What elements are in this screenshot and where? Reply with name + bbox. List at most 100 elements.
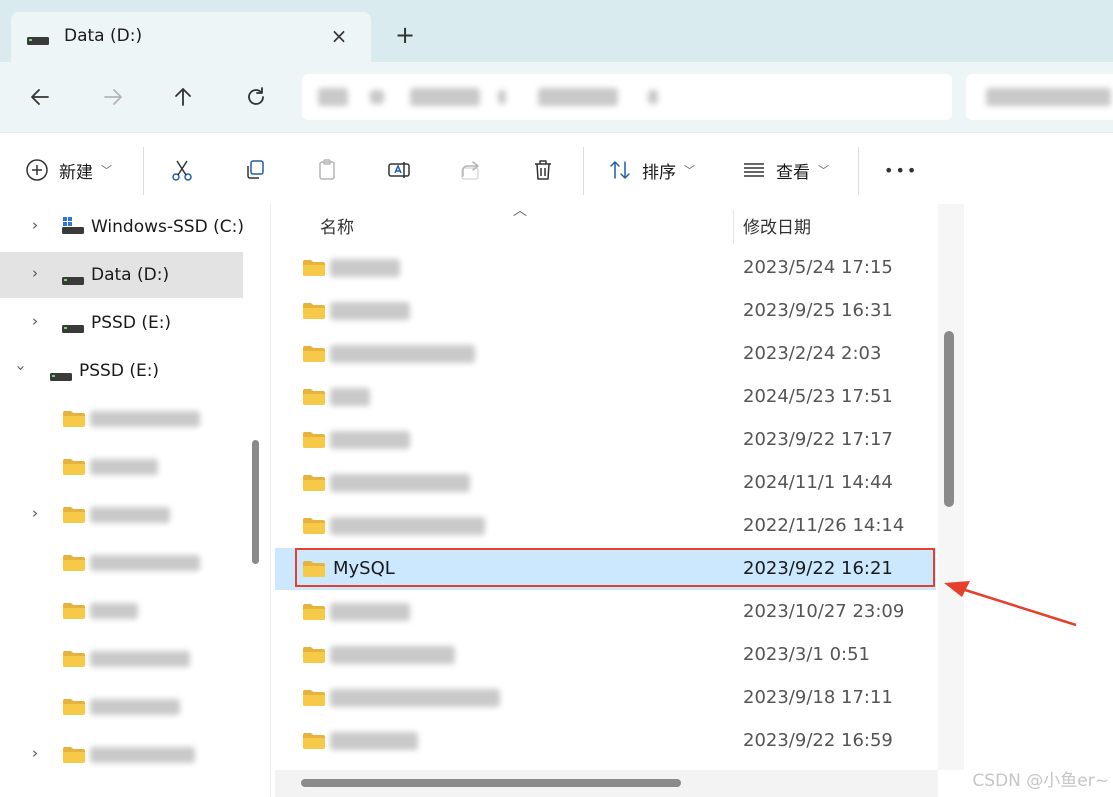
horizontal-scrollbar[interactable]: [301, 779, 681, 787]
file-row[interactable]: 2023/9/22 16:59: [275, 720, 936, 762]
chevron-right-icon[interactable]: ›: [32, 504, 38, 522]
plus-circle-icon: [26, 159, 48, 181]
file-date: 2023/5/24 17:15: [743, 257, 893, 278]
chevron-down-icon[interactable]: ›: [12, 365, 30, 371]
file-row[interactable]: 2023/9/18 17:11: [275, 677, 936, 719]
redacted-folder-name: [90, 699, 180, 715]
file-row[interactable]: 2022/11/26 14:14: [275, 505, 936, 547]
file-date: 2022/11/26 14:14: [743, 515, 905, 536]
navigation-bar: [0, 62, 1113, 132]
chevron-right-icon[interactable]: ›: [32, 216, 38, 234]
new-tab-button[interactable]: +: [393, 20, 417, 50]
nav-scrollbar[interactable]: [252, 440, 259, 564]
file-row[interactable]: 2023/10/27 23:09: [275, 591, 936, 633]
pane-divider[interactable]: [270, 204, 271, 797]
chevron-right-icon[interactable]: ›: [32, 264, 38, 282]
redacted-file-name: [330, 732, 418, 750]
file-row[interactable]: 2023/3/1 0:51: [275, 634, 936, 676]
file-row[interactable]: 2023/5/24 17:15: [275, 247, 936, 289]
rename-button[interactable]: [387, 153, 411, 187]
arrow-left-icon: [31, 89, 49, 105]
paste-button[interactable]: [315, 153, 339, 187]
column-header-name[interactable]: 名称: [320, 213, 354, 238]
search-input[interactable]: [966, 74, 1113, 120]
vertical-scrollbar[interactable]: [944, 331, 954, 507]
drive-icon: [50, 367, 72, 386]
close-icon[interactable]: ×: [327, 22, 351, 50]
file-row[interactable]: 2023/9/22 17:17: [275, 419, 936, 461]
file-date: 2023/3/1 0:51: [743, 644, 870, 665]
forward-button[interactable]: [96, 80, 130, 114]
divider: [143, 147, 144, 195]
arrow-right-icon: [104, 89, 122, 105]
nav-item-label: Windows-SSD (C:): [91, 217, 244, 237]
redacted-file-name: [330, 603, 410, 621]
divider: [583, 147, 584, 195]
share-icon: [461, 161, 479, 180]
arrow-up-icon: [175, 88, 191, 106]
cut-button[interactable]: [170, 153, 194, 187]
refresh-button[interactable]: [239, 80, 273, 114]
annotation-highlight-box: [295, 548, 935, 587]
nav-item-label: PSSD (E:): [91, 313, 172, 333]
command-bar: 新建 ﹀ 排序 ﹀ 查看 ﹀ •••: [0, 132, 1113, 205]
file-row[interactable]: 2023/9/25 16:31: [275, 290, 936, 332]
folder-icon: [302, 646, 326, 668]
redacted-file-name: [330, 689, 500, 707]
view-button[interactable]: 查看 ﹀: [742, 153, 829, 187]
nav-item-pssd-expanded[interactable]: › PSSD (E:): [0, 348, 243, 394]
up-button[interactable]: [166, 80, 200, 114]
address-bar[interactable]: [302, 74, 952, 120]
folder-icon: [302, 388, 326, 410]
file-row[interactable]: 2024/11/1 14:44: [275, 462, 936, 504]
redacted-file-name: [330, 646, 455, 664]
nav-subfolder-item[interactable]: ›: [0, 732, 243, 778]
file-row[interactable]: 2024/5/23 17:51: [275, 376, 936, 418]
new-button[interactable]: 新建 ﹀: [25, 153, 112, 187]
tab-title: Data (D:): [64, 26, 143, 46]
folder-icon: [62, 506, 86, 528]
nav-subfolder-item[interactable]: [0, 588, 243, 634]
tab-data-drive[interactable]: Data (D:) ×: [11, 12, 371, 62]
copy-button[interactable]: [243, 153, 267, 187]
redacted-file-name: [330, 302, 410, 320]
folder-icon: [302, 732, 326, 754]
file-date: 2023/9/25 16:31: [743, 300, 893, 321]
folder-icon: [62, 650, 86, 672]
folder-icon: [62, 698, 86, 720]
sort-button[interactable]: 排序 ﹀: [608, 153, 695, 187]
nav-item-data-drive[interactable]: › Data (D:): [0, 252, 243, 298]
chevron-down-icon: ﹀: [818, 164, 829, 177]
folder-icon: [302, 259, 326, 281]
delete-button[interactable]: [531, 153, 555, 187]
nav-item-pssd[interactable]: › PSSD (E:): [0, 300, 243, 346]
rename-icon: [388, 162, 410, 178]
column-divider[interactable]: [733, 210, 734, 244]
chevron-right-icon[interactable]: ›: [32, 744, 38, 762]
nav-subfolder-item[interactable]: [0, 540, 243, 586]
chevron-down-icon: ﹀: [684, 164, 695, 177]
more-options-button[interactable]: •••: [884, 153, 918, 187]
file-row[interactable]: 2023/2/24 2:03: [275, 333, 936, 375]
horizontal-scrollbar-track: [275, 770, 938, 797]
back-button[interactable]: [23, 80, 57, 114]
column-header-date[interactable]: 修改日期: [743, 213, 811, 238]
redacted-folder-name: [90, 747, 195, 763]
nav-subfolder-item[interactable]: [0, 684, 243, 730]
nav-subfolder-item[interactable]: [0, 396, 243, 442]
folder-icon: [302, 689, 326, 711]
nav-item-windows-ssd[interactable]: › Windows-SSD (C:): [0, 204, 244, 250]
windows-drive-icon: [62, 217, 84, 239]
redacted-file-name: [330, 388, 370, 406]
share-button[interactable]: [459, 153, 483, 187]
redacted-folder-name: [90, 459, 158, 475]
folder-icon: [62, 602, 86, 624]
nav-subfolder-item[interactable]: ›: [0, 492, 243, 538]
nav-subfolder-item[interactable]: [0, 636, 243, 682]
redacted-folder-name: [90, 651, 190, 667]
refresh-icon: [248, 87, 264, 105]
annotation-arrow: [944, 581, 1077, 627]
chevron-right-icon[interactable]: ›: [32, 312, 38, 330]
nav-subfolder-item[interactable]: [0, 444, 243, 490]
sort-icon: [610, 161, 630, 179]
